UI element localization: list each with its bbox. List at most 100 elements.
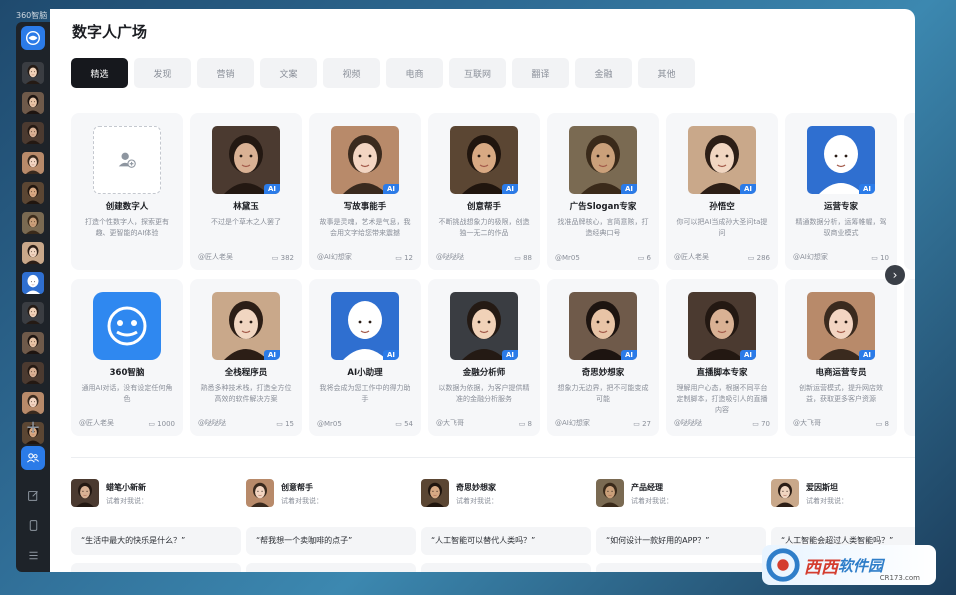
- watermark-logo-icon: [766, 548, 800, 582]
- chat-icon: ▭: [276, 420, 286, 428]
- sidebar-avatar[interactable]: [22, 152, 44, 174]
- card-desc: 熟悉多种技术栈，打造全方位高效的软件解决方案: [200, 384, 292, 403]
- card-count: ▭ 8: [519, 420, 532, 428]
- digital-human-card[interactable]: AI 孙悟空 你可以把AI当成孙大圣问ta提问 @匠人老吴 ▭ 286: [666, 113, 778, 270]
- digital-human-card[interactable]: 360智脑 通用AI对话，没有设定任何角色 @匠人老吴 ▭ 1000: [71, 279, 183, 436]
- tab-0[interactable]: 精选: [71, 58, 128, 88]
- card-name: 金融分析师: [462, 368, 506, 378]
- prompt-persona-name: 创意帮手: [281, 483, 313, 492]
- card-desc: 我将会成为您工作中的得力助手: [319, 384, 411, 403]
- card-desc: 精通数据分析，运筹帷幄，驾驭商业模式: [795, 218, 887, 237]
- tab-2[interactable]: 营销: [197, 58, 254, 88]
- avatar: AI: [688, 126, 756, 194]
- avatar: AI: [569, 292, 637, 360]
- card-author: @匠人老吴: [198, 253, 233, 261]
- prompt-suggestion[interactable]: “如何办一场别开生面的发布会？”: [246, 563, 416, 572]
- card-count-value: 382: [280, 254, 294, 262]
- phone-icon[interactable]: [24, 516, 42, 534]
- chat-icon: ▭: [637, 254, 647, 262]
- sidebar-avatar[interactable]: [22, 212, 44, 234]
- card-count: ▭ 6: [638, 254, 651, 262]
- digital-human-card[interactable]: AI 创意帮手 不断挑战想象力的极限，创造独一无二的作品 @哒哒哒 ▭ 88: [428, 113, 540, 270]
- card-name: 直播脚本专家: [696, 368, 748, 378]
- digital-human-card-partial[interactable]: [904, 279, 915, 436]
- prompt-column: 蜡笔小新新 试着对我说： “生活中最大的快乐是什么？” “做过什么有趣的事情？”: [71, 479, 241, 572]
- digital-human-card[interactable]: AI 写故事能手 故事是灵魂，艺术是气息，我会用文字给您带来震撼 @AI幻想家 ▭ …: [309, 113, 421, 270]
- prompt-hint: 试着对我说：: [806, 497, 848, 505]
- chat-icon: ▭: [514, 254, 524, 262]
- ai-badge: AI: [263, 184, 280, 194]
- card-name: 360智脑: [109, 368, 145, 378]
- menu-icon[interactable]: [24, 546, 42, 564]
- sidebar-avatar[interactable]: [22, 272, 44, 294]
- prompt-hint: 试着对我说：: [106, 497, 148, 505]
- card-count-value: 70: [761, 420, 770, 428]
- digital-human-card[interactable]: AI 林黛玉 不过是个草木之人罢了 @匠人老吴 ▭ 382: [190, 113, 302, 270]
- tab-8[interactable]: 金融: [575, 58, 632, 88]
- card-count-value: 27: [642, 420, 651, 428]
- sidebar-avatar[interactable]: [22, 392, 44, 414]
- card-name: 广告Slogan专家: [569, 202, 637, 212]
- prompt-suggestion[interactable]: “如何证明一个产品是优秀的？”: [596, 563, 766, 572]
- digital-human-card[interactable]: AI AI小助理 我将会成为您工作中的得力助手 @Mr05 ▭ 54: [309, 279, 421, 436]
- prompt-persona-name: 蜡笔小新新: [106, 483, 146, 492]
- digital-human-card[interactable]: AI 金融分析师 以数据为依据，为客户提供精准的金融分析服务 @大飞哥 ▭ 8: [428, 279, 540, 436]
- avatar: AI: [212, 126, 280, 194]
- scroll-right-icon[interactable]: ›: [885, 265, 905, 285]
- sidebar-avatar[interactable]: [22, 122, 44, 144]
- prompt-hint: 试着对我说：: [281, 497, 323, 505]
- prompt-suggestion[interactable]: “生活中最大的快乐是什么？”: [71, 527, 241, 555]
- prompt-suggestion[interactable]: “做过什么有趣的事情？”: [71, 563, 241, 572]
- tab-7[interactable]: 翻译: [512, 58, 569, 88]
- digital-human-square-icon[interactable]: [21, 446, 45, 470]
- tab-4[interactable]: 视频: [323, 58, 380, 88]
- card-count-value: 88: [523, 254, 532, 262]
- prompt-avatar: [421, 479, 449, 507]
- avatar: AI: [807, 292, 875, 360]
- avatar: AI: [331, 126, 399, 194]
- watermark-brand1: 西西: [804, 557, 838, 578]
- chat-icon: ▭: [871, 254, 881, 262]
- sidebar-avatar[interactable]: [22, 362, 44, 384]
- digital-human-card[interactable]: AI 电商运营专员 创新运营模式，提升网店效益，获取更多客户资源 @大飞哥 ▭ 8: [785, 279, 897, 436]
- sidebar-avatar[interactable]: [22, 242, 44, 264]
- card-count-value: 54: [404, 420, 413, 428]
- prompt-suggestion[interactable]: “什么时候可以移民火星？”: [421, 563, 591, 572]
- create-avatar-icon[interactable]: [93, 126, 161, 194]
- divider: [71, 457, 915, 458]
- digital-human-card-partial[interactable]: [904, 113, 915, 270]
- card-count-value: 8: [884, 420, 889, 428]
- sidebar-avatar[interactable]: [22, 182, 44, 204]
- sidebar-avatar[interactable]: [22, 302, 44, 324]
- card-count-value: 286: [756, 254, 770, 262]
- prompt-suggestion[interactable]: “帮我想一个卖咖啡的点子”: [246, 527, 416, 555]
- tab-6[interactable]: 互联网: [449, 58, 506, 88]
- ai-badge: AI: [739, 184, 756, 194]
- digital-human-card[interactable]: AI 广告Slogan专家 找准品牌核心，言简意赅，打造经典口号 @Mr05 ▭ 6: [547, 113, 659, 270]
- ai-badge: AI: [858, 184, 875, 194]
- prompt-avatar: [596, 479, 624, 507]
- create-digital-human-card[interactable]: 创建数字人 打造个性数字人，探索更有趣、更智能的AI体验: [71, 113, 183, 270]
- digital-human-card[interactable]: AI 运营专家 精通数据分析，运筹帷幄，驾驭商业模式 @AI幻想家 ▭ 10: [785, 113, 897, 270]
- tab-3[interactable]: 文案: [260, 58, 317, 88]
- digital-human-card[interactable]: AI 全栈程序员 熟悉多种技术栈，打造全方位高效的软件解决方案 @哒哒哒 ▭ 15: [190, 279, 302, 436]
- app-logo-icon[interactable]: [21, 26, 45, 50]
- digital-human-card[interactable]: AI 直播脚本专家 理解用户心态，根据不同平台定制脚本，打造吸引人的直播内容 @哒哒…: [666, 279, 778, 436]
- sidebar-avatar[interactable]: [22, 92, 44, 114]
- sidebar-avatar[interactable]: [22, 332, 44, 354]
- prompt-column: 产品经理 试着对我说： “如何设计一款好用的APP？” “如何证明一个产品是优秀…: [596, 479, 766, 572]
- ai-badge: AI: [382, 350, 399, 360]
- tab-5[interactable]: 电商: [386, 58, 443, 88]
- tab-9[interactable]: 其他: [638, 58, 695, 88]
- sidebar-avatar[interactable]: [22, 62, 44, 84]
- edit-icon[interactable]: [24, 486, 42, 504]
- digital-human-card[interactable]: AI 奇思妙想家 想象力无边界，把不可能变成可能 @AI幻想家 ▭ 27: [547, 279, 659, 436]
- ai-badge: AI: [739, 350, 756, 360]
- add-icon[interactable]: +: [23, 418, 43, 438]
- card-desc: 故事是灵魂，艺术是气息，我会用文字给您带来震撼: [319, 218, 411, 237]
- card-desc: 理解用户心态，根据不同平台定制脚本，打造吸引人的直播内容: [676, 384, 768, 414]
- prompt-suggestion[interactable]: “如何设计一款好用的APP？”: [596, 527, 766, 555]
- prompt-suggestion[interactable]: “人工智能可以替代人类吗？”: [421, 527, 591, 555]
- tab-1[interactable]: 发现: [134, 58, 191, 88]
- card-name: 电商运营专员: [815, 368, 867, 378]
